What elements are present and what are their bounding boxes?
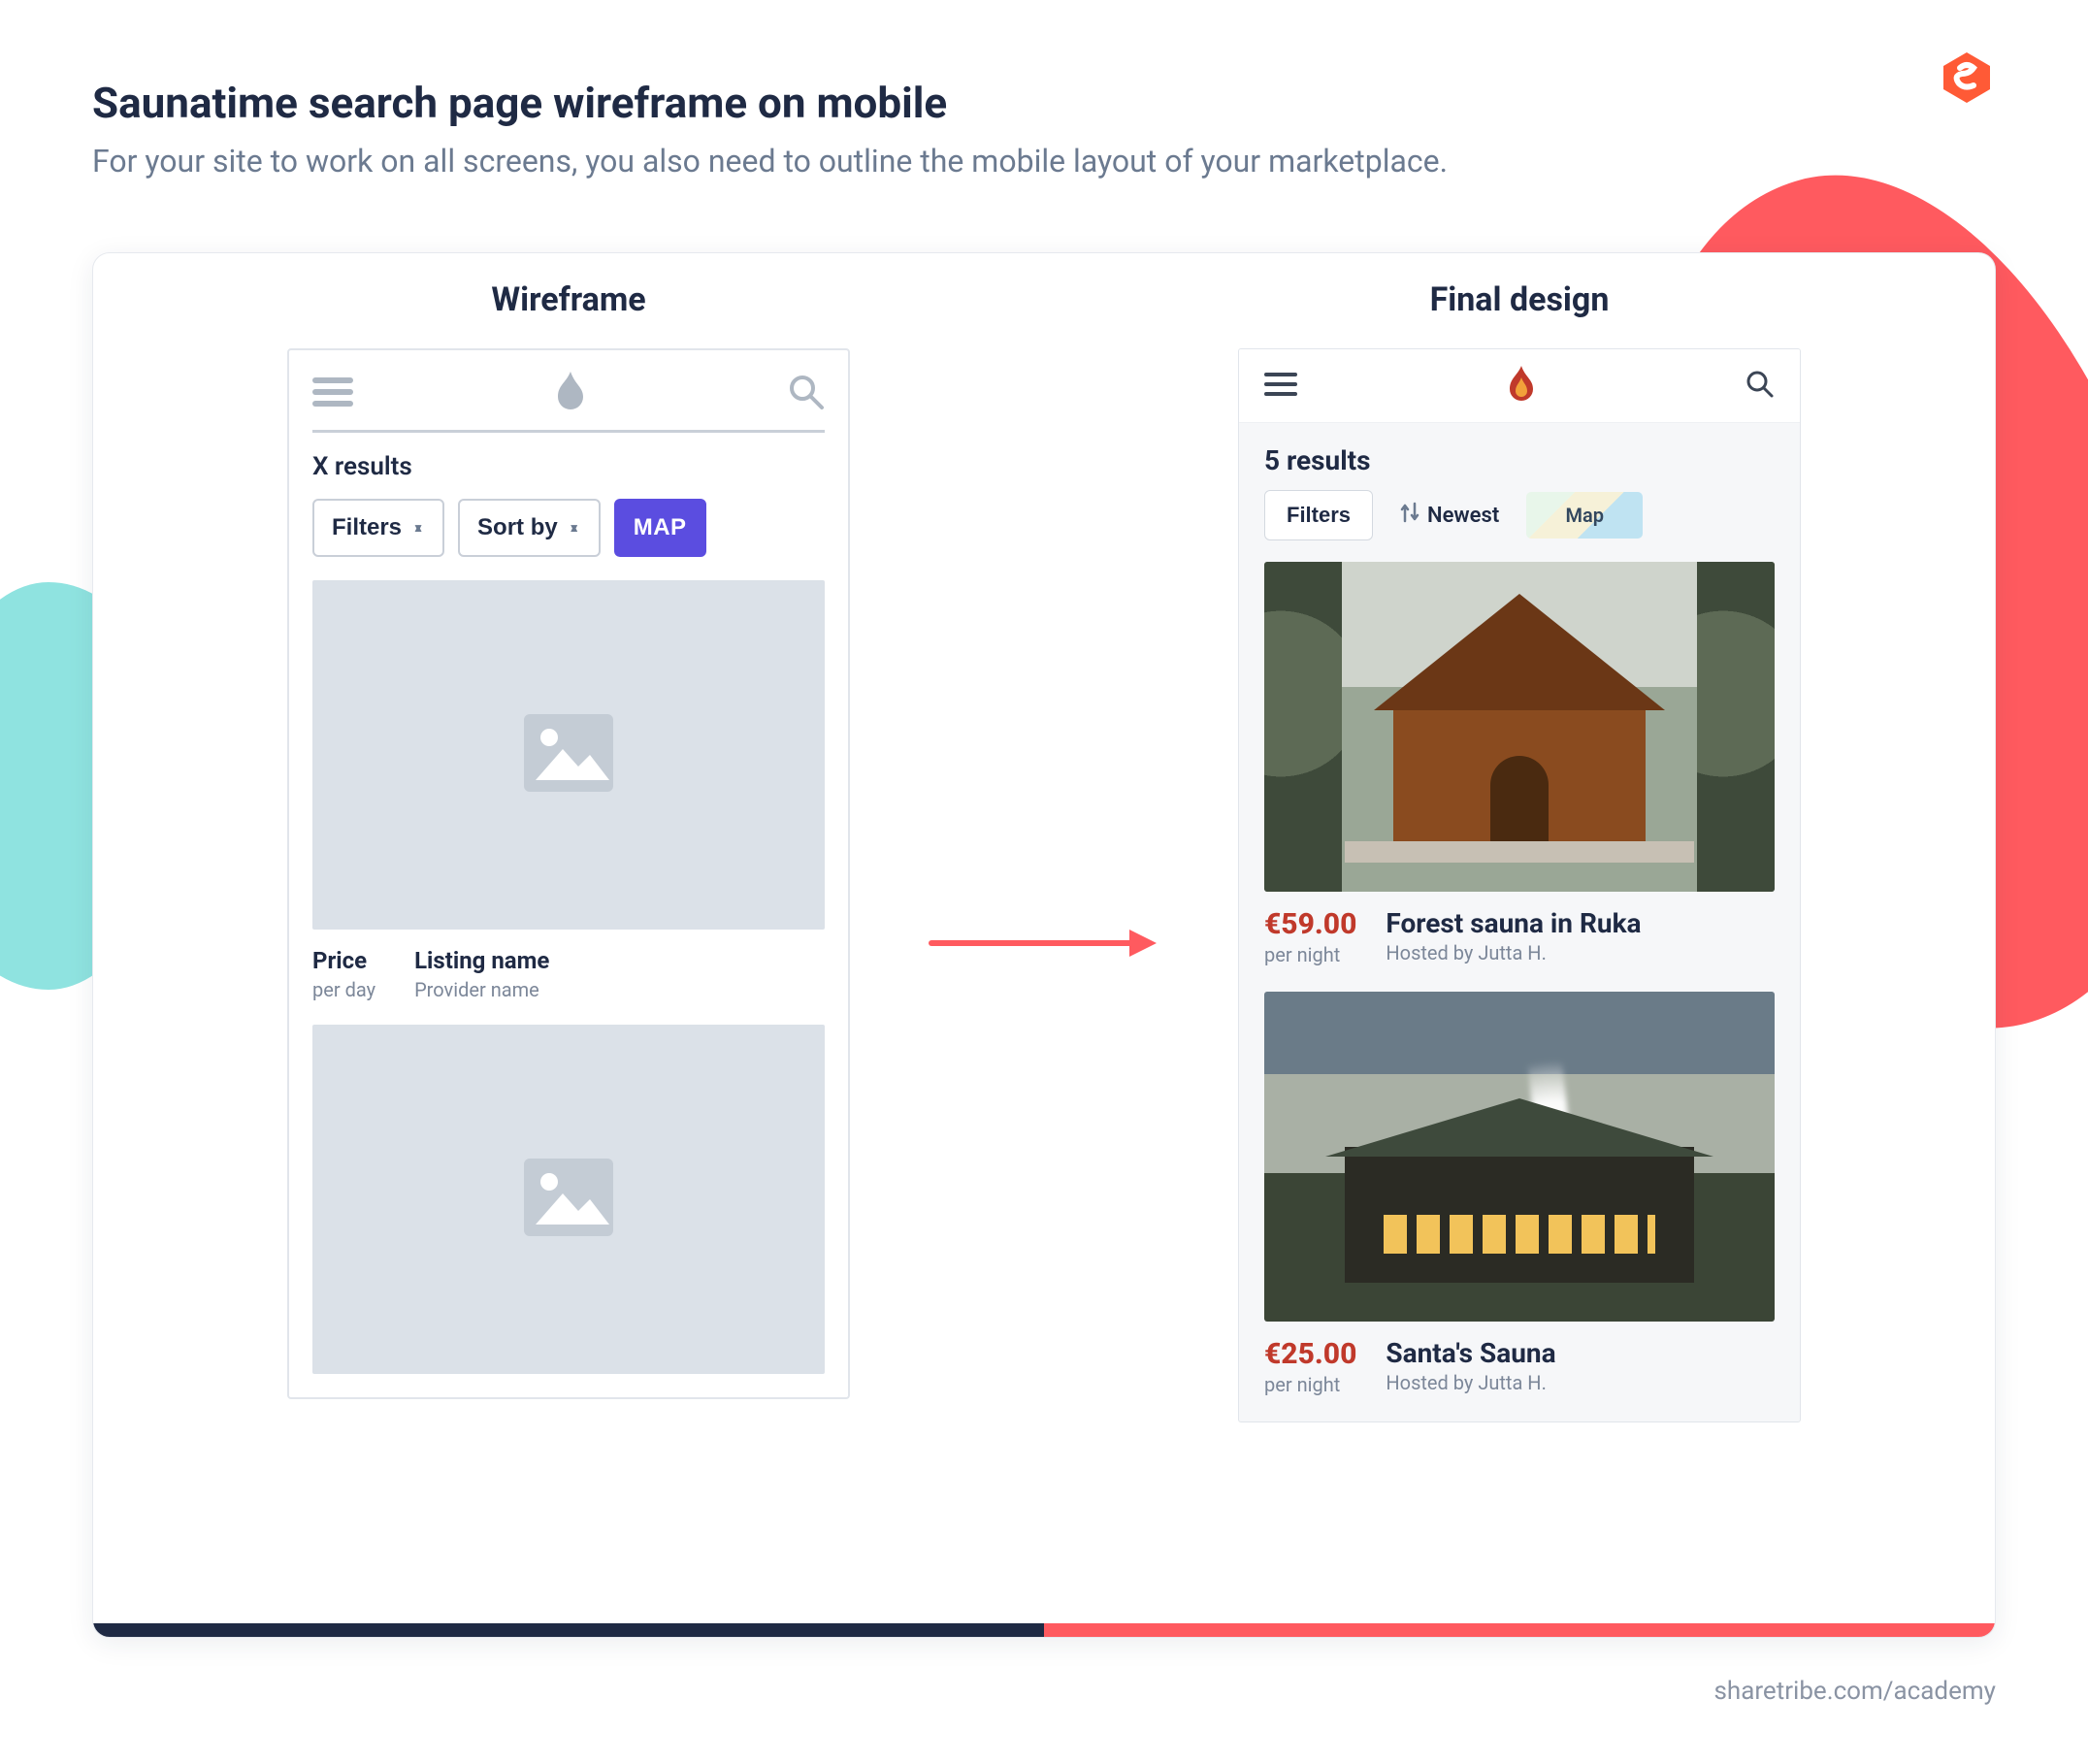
filters-label: Filters xyxy=(332,514,402,541)
listing-name-label: Listing name xyxy=(414,947,549,974)
listing-per: per night xyxy=(1264,1373,1356,1396)
wireframe-controls: Filters ▲▼ Sort by ▲▼ MAP xyxy=(289,499,848,580)
wireframe-topbar xyxy=(289,350,848,430)
flame-logo-icon[interactable] xyxy=(1507,366,1536,407)
final-controls: Filters Newest Map xyxy=(1239,490,1800,562)
wireframe-listing-card[interactable]: Price per day Listing name Provider name xyxy=(289,580,848,1025)
page-header: Saunatime search page wireframe on mobil… xyxy=(92,78,1996,183)
sort-label: Sort by xyxy=(477,514,558,541)
flame-logo-icon[interactable] xyxy=(554,372,587,416)
listing-price: €59.00 xyxy=(1264,907,1356,941)
filters-label: Filters xyxy=(1287,503,1351,528)
listing-host: Hosted by Jutta H. xyxy=(1386,941,1641,964)
listing-meta: €59.00 per night Forest sauna in Ruka Ho… xyxy=(1264,892,1775,966)
topbar-divider xyxy=(312,430,825,433)
page-title: Saunatime search page wireframe on mobil… xyxy=(92,78,1938,128)
filters-button[interactable]: Filters xyxy=(1264,490,1373,540)
search-icon[interactable] xyxy=(788,374,825,414)
price-label: Price xyxy=(312,947,375,974)
listing-meta: €25.00 per night Santa's Sauna Hosted by… xyxy=(1264,1322,1775,1396)
final-results-count: 5 results xyxy=(1239,423,1800,490)
image-placeholder xyxy=(312,1025,825,1374)
listing-photo xyxy=(1264,992,1775,1322)
page-subtitle: For your site to work on all screens, yo… xyxy=(92,140,1938,183)
wireframe-listing-meta: Price per day Listing name Provider name xyxy=(312,930,825,1001)
sort-button[interactable]: Sort by ▲▼ xyxy=(458,499,601,557)
card-footer-accent xyxy=(93,1623,1995,1637)
image-icon xyxy=(522,712,615,798)
per-day-label: per day xyxy=(312,978,375,1001)
hamburger-icon[interactable] xyxy=(1264,371,1297,402)
arrow-icon xyxy=(928,924,1160,966)
map-label: MAP xyxy=(634,514,687,541)
sharetribe-logo-icon xyxy=(1938,49,1996,111)
final-topbar xyxy=(1239,349,1800,423)
wireframe-listing-card[interactable] xyxy=(289,1025,848,1397)
provider-name-label: Provider name xyxy=(414,978,549,1001)
listing-per: per night xyxy=(1264,943,1356,966)
final-phone: 5 results Filters Newest Map xyxy=(1238,348,1801,1422)
listing-price: €25.00 xyxy=(1264,1337,1356,1371)
listing-title: Forest sauna in Ruka xyxy=(1386,907,1641,939)
filters-button[interactable]: Filters ▲▼ xyxy=(312,499,444,557)
wireframe-column: Wireframe X results xyxy=(93,253,1044,1637)
footer-link[interactable]: sharetribe.com/academy xyxy=(1713,1677,1996,1706)
wireframe-phone: X results Filters ▲▼ Sort by ▲▼ MAP xyxy=(287,348,850,1399)
image-icon xyxy=(522,1157,615,1242)
listing-host: Hosted by Jutta H. xyxy=(1386,1371,1555,1394)
listing-card[interactable]: €59.00 per night Forest sauna in Ruka Ho… xyxy=(1239,562,1800,992)
image-placeholder xyxy=(312,580,825,930)
listing-photo xyxy=(1264,562,1775,892)
sort-icon xyxy=(1400,502,1419,529)
final-heading: Final design xyxy=(1430,280,1610,319)
comparison-card: Wireframe X results xyxy=(92,252,1996,1638)
wireframe-heading: Wireframe xyxy=(491,280,645,319)
sort-label: Newest xyxy=(1427,504,1499,528)
map-toggle[interactable]: Map xyxy=(1526,492,1643,539)
hamburger-icon[interactable] xyxy=(312,376,353,412)
listing-title: Santa's Sauna xyxy=(1386,1337,1555,1369)
wireframe-results-count: X results xyxy=(289,452,848,499)
search-icon[interactable] xyxy=(1745,370,1775,403)
sort-button[interactable]: Newest xyxy=(1400,502,1499,529)
listing-card[interactable]: €25.00 per night Santa's Sauna Hosted by… xyxy=(1239,992,1800,1421)
map-label: Map xyxy=(1565,504,1604,527)
final-column: Final design 5 results Filt xyxy=(1044,253,1995,1637)
map-button[interactable]: MAP xyxy=(614,499,706,557)
